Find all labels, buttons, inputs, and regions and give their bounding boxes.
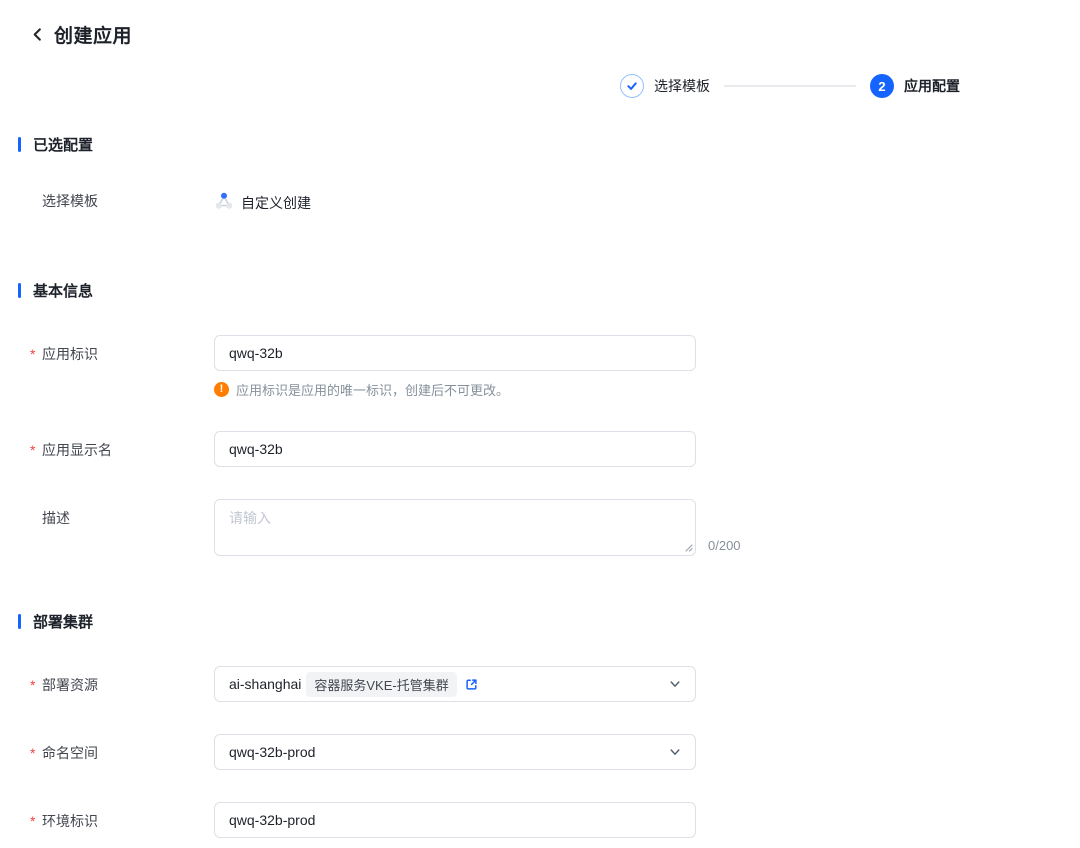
chevron-down-icon xyxy=(668,745,682,759)
deploy-resource-label: *部署资源 xyxy=(30,666,214,702)
form-row-namespace: *命名空间 qwq-32b-prod xyxy=(30,734,1080,770)
chevron-down-icon xyxy=(668,677,682,691)
env-id-input[interactable] xyxy=(214,802,696,838)
app-id-help-text: 应用标识是应用的唯一标识，创建后不可更改。 xyxy=(236,380,509,399)
section-bar xyxy=(18,137,21,152)
deploy-resource-value: ai-shanghai xyxy=(229,676,301,692)
env-id-label: *环境标识 xyxy=(30,802,214,838)
back-button[interactable]: 创建应用 xyxy=(30,22,1080,46)
cluster-type-tag: 容器服务VKE-托管集群 xyxy=(306,672,456,697)
required-marker: * xyxy=(30,442,42,458)
form-row-deploy-resource: *部署资源 ai-shanghai 容器服务VKE-托管集群 xyxy=(30,666,1080,702)
section-basic-info-title: 基本信息 xyxy=(33,280,93,301)
char-counter: 0/200 xyxy=(708,538,741,556)
required-marker: * xyxy=(30,745,42,761)
form-row-description: 描述 0/200 xyxy=(30,499,1080,556)
app-id-label: *应用标识 xyxy=(30,335,214,399)
namespace-label: *命名空间 xyxy=(30,734,214,770)
section-bar xyxy=(18,283,21,298)
form-row-env-id: *环境标识 xyxy=(30,802,1080,838)
app-id-help: 应用标识是应用的唯一标识，创建后不可更改。 xyxy=(214,380,696,399)
step1-check-icon xyxy=(620,74,644,98)
form-row-app-id: *应用标识 应用标识是应用的唯一标识，创建后不可更改。 xyxy=(30,335,1080,399)
external-link-icon[interactable] xyxy=(464,677,479,692)
section-selected-config: 已选配置 xyxy=(18,134,1080,155)
section-selected-config-title: 已选配置 xyxy=(33,134,93,155)
description-textarea[interactable] xyxy=(214,499,696,556)
template-value-text: 自定义创建 xyxy=(241,193,311,213)
resize-handle-icon[interactable] xyxy=(683,542,693,552)
custom-template-icon xyxy=(214,191,234,214)
required-marker: * xyxy=(30,346,42,362)
display-name-label: *应用显示名 xyxy=(30,431,214,467)
stepper-connector xyxy=(724,85,856,87)
create-app-page: 创建应用 选择模板 2 应用配置 已选配置 选择模板 xyxy=(0,0,1080,848)
warning-icon xyxy=(214,382,229,397)
description-label: 描述 xyxy=(30,499,214,556)
deploy-resource-select[interactable]: ai-shanghai 容器服务VKE-托管集群 xyxy=(214,666,696,702)
back-chevron-icon[interactable] xyxy=(30,27,45,42)
step1-label: 选择模板 xyxy=(654,76,710,96)
display-name-input[interactable] xyxy=(214,431,696,467)
stepper-step-2[interactable]: 2 应用配置 xyxy=(870,74,960,98)
form-row-template: 选择模板 自定义创建 xyxy=(30,189,1080,214)
section-deploy-cluster: 部署集群 xyxy=(18,611,1080,632)
required-marker: * xyxy=(30,813,42,829)
section-basic-info: 基本信息 xyxy=(18,280,1080,301)
namespace-value: qwq-32b-prod xyxy=(229,744,315,760)
template-value: 自定义创建 xyxy=(214,189,311,214)
section-bar xyxy=(18,614,21,629)
step2-label: 应用配置 xyxy=(904,76,960,96)
form-row-display-name: *应用显示名 xyxy=(30,431,1080,467)
required-marker: * xyxy=(30,677,42,693)
step2-number-badge: 2 xyxy=(870,74,894,98)
template-label: 选择模板 xyxy=(30,189,214,214)
stepper: 选择模板 2 应用配置 xyxy=(18,74,1080,98)
page-title: 创建应用 xyxy=(54,21,132,48)
app-id-input[interactable] xyxy=(214,335,696,371)
namespace-select[interactable]: qwq-32b-prod xyxy=(214,734,696,770)
section-deploy-cluster-title: 部署集群 xyxy=(33,611,93,632)
stepper-step-1[interactable]: 选择模板 xyxy=(620,74,710,98)
